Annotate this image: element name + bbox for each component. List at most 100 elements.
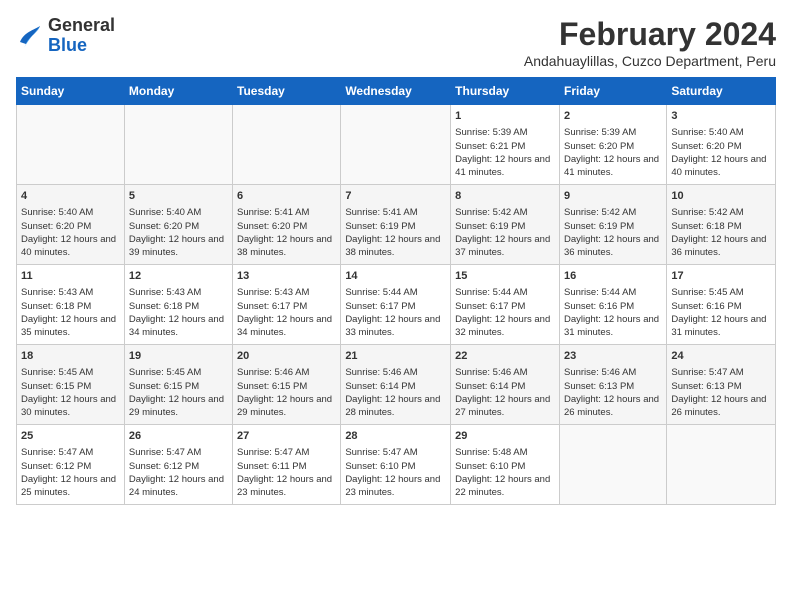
day-of-week-header: Thursday <box>451 78 560 105</box>
day-info: Sunset: 6:16 PM <box>564 300 662 313</box>
day-info: Daylight: 12 hours and 41 minutes. <box>564 153 662 180</box>
day-info: Daylight: 12 hours and 34 minutes. <box>129 313 228 340</box>
calendar-cell <box>667 425 776 505</box>
calendar-cell: 18Sunrise: 5:45 AMSunset: 6:15 PMDayligh… <box>17 345 125 425</box>
day-info: Sunrise: 5:40 AM <box>129 206 228 219</box>
day-info: Daylight: 12 hours and 29 minutes. <box>237 393 336 420</box>
day-info: Daylight: 12 hours and 23 minutes. <box>345 473 446 500</box>
calendar-cell <box>17 105 125 185</box>
day-number: 7 <box>345 189 446 204</box>
logo-blue: Blue <box>48 35 87 55</box>
calendar-cell: 9Sunrise: 5:42 AMSunset: 6:19 PMDaylight… <box>559 185 666 265</box>
day-info: Sunrise: 5:41 AM <box>237 206 336 219</box>
day-info: Daylight: 12 hours and 24 minutes. <box>129 473 228 500</box>
day-of-week-header: Wednesday <box>341 78 451 105</box>
calendar-cell <box>559 425 666 505</box>
calendar-cell: 25Sunrise: 5:47 AMSunset: 6:12 PMDayligh… <box>17 425 125 505</box>
day-info: Sunset: 6:18 PM <box>671 220 771 233</box>
day-info: Sunrise: 5:43 AM <box>21 286 120 299</box>
day-info: Sunrise: 5:39 AM <box>564 126 662 139</box>
calendar-cell: 22 Sunrise: 5:46 AMSunset: 6:14 PMDayligh… <box>451 345 560 425</box>
day-info: Sunset: 6:13 PM <box>671 380 771 393</box>
day-number: 29 <box>455 429 555 444</box>
day-number: 10 <box>671 189 771 204</box>
day-number: 28 <box>345 429 446 444</box>
day-info: Sunset: 6:17 PM <box>345 300 446 313</box>
day-number: 22 <box>455 349 555 364</box>
logo-icon <box>16 22 44 50</box>
day-number: 21 <box>345 349 446 364</box>
day-info: Sunrise: 5:48 AM <box>455 446 555 459</box>
day-info: Sunrise: 5:42 AM <box>564 206 662 219</box>
day-info: Sunset: 6:10 PM <box>455 460 555 473</box>
day-of-week-header: Friday <box>559 78 666 105</box>
day-number: 26 <box>129 429 228 444</box>
day-info: Sunset: 6:20 PM <box>21 220 120 233</box>
calendar-cell: 1Sunrise: 5:39 AMSunset: 6:21 PMDaylight… <box>451 105 560 185</box>
day-info: Sunrise: 5:47 AM <box>237 446 336 459</box>
day-info: Sunset: 6:15 PM <box>129 380 228 393</box>
day-info: Daylight: 12 hours and 34 minutes. <box>237 313 336 340</box>
calendar-cell: 13Sunrise: 5:43 AMSunset: 6:17 PMDayligh… <box>233 265 341 345</box>
calendar-week-row: 4Sunrise: 5:40 AMSunset: 6:20 PMDaylight… <box>17 185 776 265</box>
title-block: February 2024 Andahuaylillas, Cuzco Depa… <box>524 16 776 69</box>
logo: General Blue <box>16 16 115 56</box>
day-info: Sunrise: 5:44 AM <box>455 286 555 299</box>
calendar-cell <box>341 105 451 185</box>
calendar-week-row: 18Sunrise: 5:45 AMSunset: 6:15 PMDayligh… <box>17 345 776 425</box>
day-info: Sunset: 6:16 PM <box>671 300 771 313</box>
day-info: Sunset: 6:21 PM <box>455 140 555 153</box>
day-info: Sunrise: 5:46 AM <box>455 366 555 379</box>
day-info: Sunset: 6:10 PM <box>345 460 446 473</box>
day-number: 27 <box>237 429 336 444</box>
day-info: Sunrise: 5:44 AM <box>564 286 662 299</box>
calendar-cell: 17Sunrise: 5:45 AMSunset: 6:16 PMDayligh… <box>667 265 776 345</box>
day-info: Sunrise: 5:42 AM <box>455 206 555 219</box>
day-info: Daylight: 12 hours and 28 minutes. <box>345 393 446 420</box>
calendar-cell: 29Sunrise: 5:48 AMSunset: 6:10 PMDayligh… <box>451 425 560 505</box>
day-info: Sunrise: 5:42 AM <box>671 206 771 219</box>
day-number: 5 <box>129 189 228 204</box>
day-number: 17 <box>671 269 771 284</box>
day-number: 24 <box>671 349 771 364</box>
day-info: Daylight: 12 hours and 38 minutes. <box>345 233 446 260</box>
day-info: Daylight: 12 hours and 38 minutes. <box>237 233 336 260</box>
day-info: Sunset: 6:12 PM <box>129 460 228 473</box>
day-number: 18 <box>21 349 120 364</box>
day-info: Daylight: 12 hours and 25 minutes. <box>21 473 120 500</box>
calendar-cell: 21Sunrise: 5:46 AMSunset: 6:14 PMDayligh… <box>341 345 451 425</box>
day-info: Sunrise: 5:47 AM <box>671 366 771 379</box>
day-info: Daylight: 12 hours and 39 minutes. <box>129 233 228 260</box>
calendar-cell: 14Sunrise: 5:44 AMSunset: 6:17 PMDayligh… <box>341 265 451 345</box>
calendar-cell <box>124 105 232 185</box>
day-info: Sunset: 6:20 PM <box>129 220 228 233</box>
day-number: 16 <box>564 269 662 284</box>
day-number: 9 <box>564 189 662 204</box>
day-info: Sunrise: 5:43 AM <box>237 286 336 299</box>
day-of-week-header: Saturday <box>667 78 776 105</box>
day-info: Daylight: 12 hours and 23 minutes. <box>237 473 336 500</box>
day-info: Daylight: 12 hours and 31 minutes. <box>564 313 662 340</box>
day-info: Sunset: 6:20 PM <box>564 140 662 153</box>
day-info: Sunrise: 5:39 AM <box>455 126 555 139</box>
calendar-cell: 20Sunrise: 5:46 AMSunset: 6:15 PMDayligh… <box>233 345 341 425</box>
day-info: Sunrise: 5:40 AM <box>21 206 120 219</box>
day-info: Sunrise: 5:45 AM <box>129 366 228 379</box>
day-number: 19 <box>129 349 228 364</box>
day-info: Sunrise: 5:46 AM <box>237 366 336 379</box>
day-info: Daylight: 12 hours and 40 minutes. <box>21 233 120 260</box>
day-info: Sunset: 6:18 PM <box>129 300 228 313</box>
calendar-cell: 16 Sunrise: 5:44 AMSunset: 6:16 PMDayligh… <box>559 265 666 345</box>
day-number: 12 <box>129 269 228 284</box>
calendar-cell <box>233 105 341 185</box>
day-number: 25 <box>21 429 120 444</box>
day-number: 13 <box>237 269 336 284</box>
day-info: Sunrise: 5:45 AM <box>21 366 120 379</box>
day-info: Sunset: 6:14 PM <box>455 380 555 393</box>
day-info: Daylight: 12 hours and 27 minutes. <box>455 393 555 420</box>
day-info: Sunrise: 5:43 AM <box>129 286 228 299</box>
calendar-table: SundayMondayTuesdayWednesdayThursdayFrid… <box>16 77 776 505</box>
calendar-cell: 5 Sunrise: 5:40 AMSunset: 6:20 PMDaylight… <box>124 185 232 265</box>
calendar-cell: 4Sunrise: 5:40 AMSunset: 6:20 PMDaylight… <box>17 185 125 265</box>
day-number: 15 <box>455 269 555 284</box>
